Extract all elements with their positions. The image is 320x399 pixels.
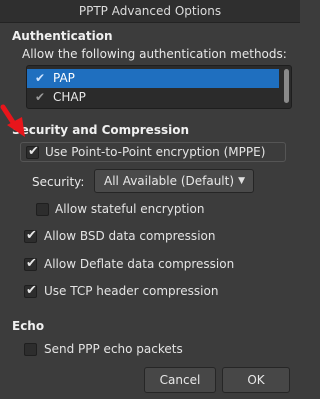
send-echo-label[interactable]: Send PPP echo packets (44, 342, 183, 356)
tcp-header-compression-label[interactable]: Use TCP header compression (44, 284, 218, 298)
ok-button[interactable]: OK (222, 367, 290, 393)
stateful-encryption-checkbox[interactable] (36, 203, 49, 216)
authentication-description: Allow the following authentication metho… (22, 47, 287, 61)
deflate-compression-checkbox[interactable]: ✔ (24, 256, 37, 271)
window-title: PPTP Advanced Options (78, 4, 222, 18)
mppe-label[interactable]: Use Point-to-Point encryption (MPPE) (45, 145, 265, 159)
send-echo-checkbox[interactable] (24, 343, 37, 356)
checkmark-icon: ✔ (26, 283, 37, 298)
deflate-compression-label[interactable]: Allow Deflate data compression (44, 257, 234, 271)
mppe-checkbox[interactable]: ✔ (26, 144, 39, 159)
authentication-heading: Authentication (12, 29, 113, 43)
security-dropdown[interactable]: All Available (Default) ▼ (94, 169, 254, 193)
checkmark-icon[interactable]: ✔ (33, 69, 47, 88)
security-label: Security: (32, 175, 85, 189)
checkmark-icon: ✔ (28, 144, 39, 159)
list-item-chap[interactable]: ✔ CHAP (27, 88, 279, 107)
tcp-header-compression-checkbox[interactable]: ✔ (24, 283, 37, 298)
checkmark-icon[interactable]: ✔ (33, 88, 47, 107)
security-heading: Security and Compression (12, 123, 189, 137)
checkmark-icon: ✔ (26, 228, 37, 243)
bsd-compression-checkbox[interactable]: ✔ (24, 228, 37, 243)
list-item-label: CHAP (53, 90, 86, 104)
authentication-methods-list[interactable]: ✔ PAP ✔ CHAP (26, 65, 292, 109)
bsd-compression-label[interactable]: Allow BSD data compression (44, 229, 215, 243)
echo-heading: Echo (12, 319, 45, 333)
checkmark-icon: ✔ (26, 256, 37, 271)
list-item-label: PAP (53, 71, 75, 85)
list-item-pap[interactable]: ✔ PAP (27, 69, 279, 88)
chevron-down-icon: ▼ (238, 176, 245, 186)
security-dropdown-value: All Available (Default) (104, 174, 235, 188)
list-scrollbar[interactable] (284, 69, 289, 103)
red-arrow-icon (0, 104, 25, 137)
stateful-encryption-label[interactable]: Allow stateful encryption (55, 202, 204, 216)
cancel-button[interactable]: Cancel (144, 367, 216, 393)
window-titlebar: PPTP Advanced Options (0, 0, 300, 23)
